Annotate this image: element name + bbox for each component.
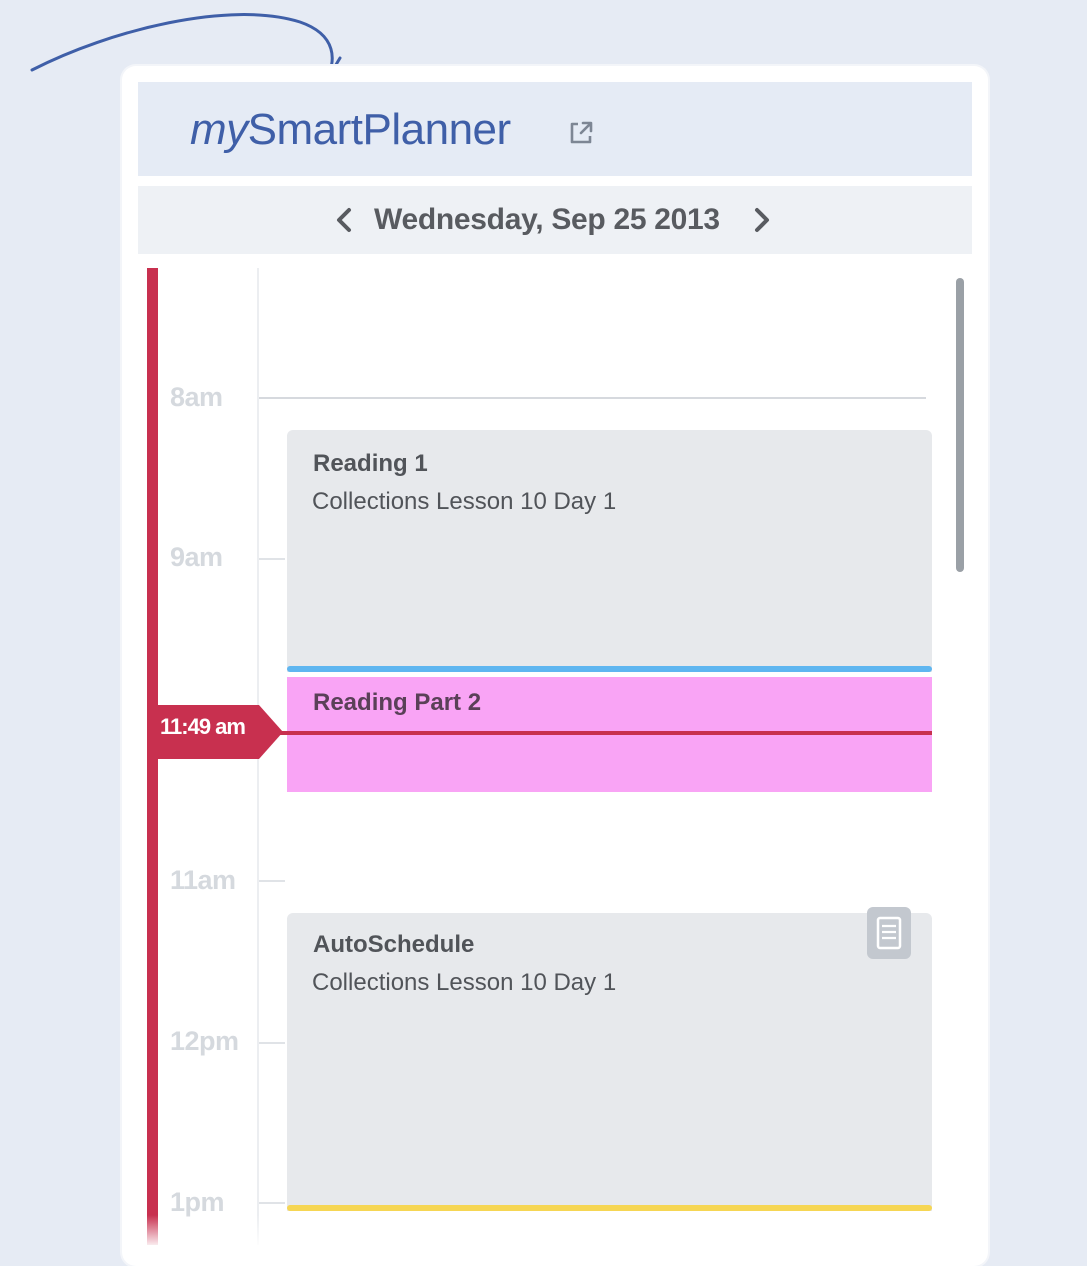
chevron-right-icon[interactable] (750, 204, 774, 236)
event-title: Reading Part 2 (313, 689, 482, 716)
event-title: AutoSchedule (313, 931, 475, 958)
hour-label-1pm: 1pm (170, 1187, 225, 1217)
app-title: mySmartPlanner (190, 102, 511, 158)
current-time-label: 11:49 am (160, 714, 246, 739)
hour-tick (259, 1202, 285, 1204)
hour-label-8am: 8am (170, 382, 223, 412)
external-link-icon[interactable] (566, 118, 596, 148)
vertical-scrollbar[interactable] (956, 278, 964, 572)
event-accent-line (287, 1205, 932, 1211)
app-title-prefix: my (190, 105, 248, 154)
hour-tick (259, 558, 285, 560)
event-subtitle: Collections Lesson 10 Day 1 (312, 969, 617, 996)
hour-tick (259, 880, 285, 882)
hour-gridline-8am (259, 397, 926, 399)
notepad-icon[interactable] (867, 907, 911, 959)
app-title-main: SmartPlanner (247, 105, 512, 154)
event-subtitle: Collections Lesson 10 Day 1 (312, 488, 617, 515)
hour-label-9am: 9am (170, 542, 223, 572)
event-autoschedule[interactable]: AutoSchedule Collections Lesson 10 Day 1 (287, 907, 932, 1211)
bottom-fade (122, 1215, 988, 1245)
hour-tick (259, 1042, 285, 1044)
event-title: Reading 1 (313, 450, 428, 477)
event-reading-1[interactable]: Reading 1 Collections Lesson 10 Day 1 (287, 430, 932, 672)
date-navigator: Wednesday, Sep 25 2013 (138, 186, 972, 254)
current-date: Wednesday, Sep 25 2013 (374, 203, 720, 236)
brand-header: mySmartPlanner (138, 82, 972, 176)
current-time-line (268, 731, 932, 735)
hour-label-12pm: 12pm (170, 1026, 239, 1056)
chevron-left-icon[interactable] (332, 204, 356, 236)
hour-label-11am: 11am (170, 865, 236, 895)
event-accent-line (287, 666, 932, 672)
